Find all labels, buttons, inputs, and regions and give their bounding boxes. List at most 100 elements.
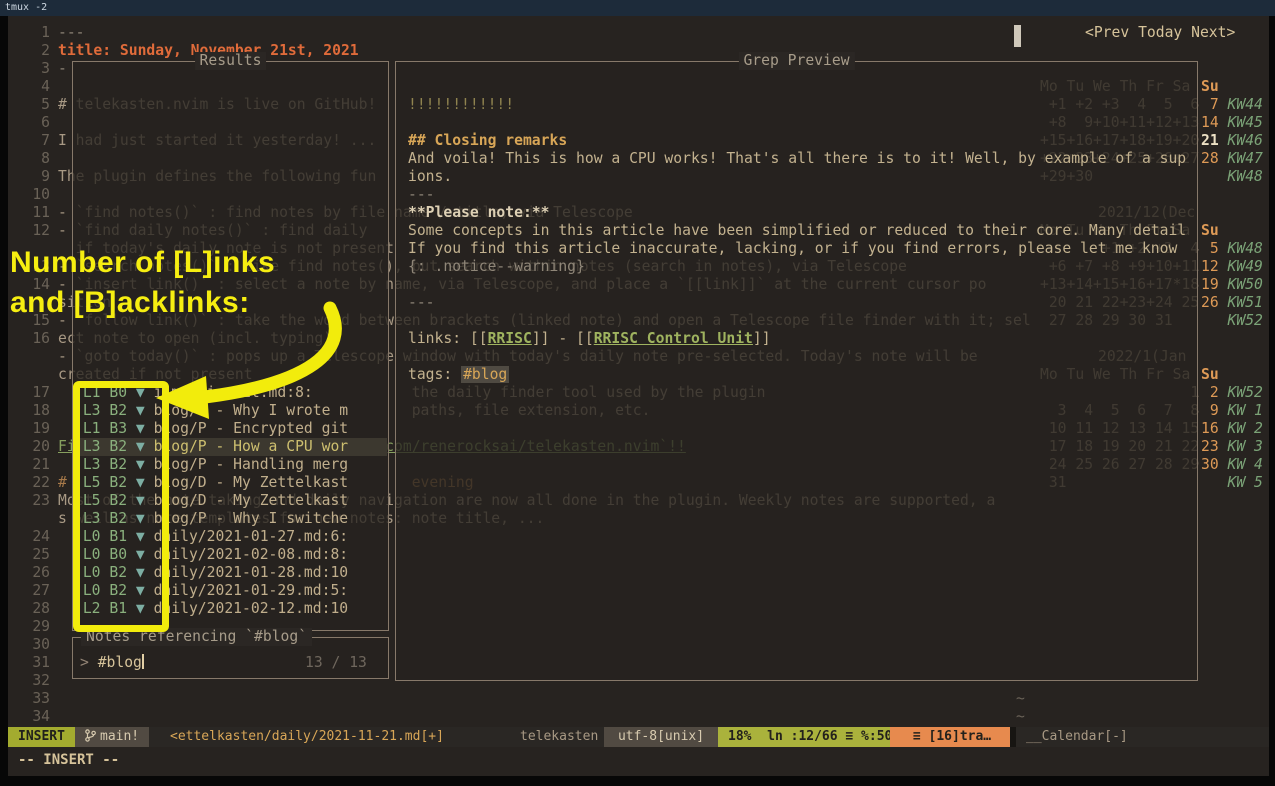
command-line-mode-text: -- INSERT --: [18, 752, 119, 768]
grep-text: **Please note:**: [408, 204, 549, 221]
result-file-label: blog/P - Handling merg: [145, 456, 348, 473]
annotation-highlight-box: [73, 381, 169, 632]
window-separator-indicator: [1014, 25, 1021, 47]
calendar-week-bright[interactable]: 16 KW 2: [1201, 420, 1263, 438]
buffer-line[interactable]: 1 ---: [8, 24, 85, 42]
line-number: 29: [8, 618, 50, 636]
buffer-line[interactable]: 21: [8, 456, 58, 474]
statusline: INSERT main! <ettelkasten/daily/2021-11-…: [8, 727, 1269, 747]
calendar-sunday-cell: 26: [1201, 294, 1219, 311]
buffer-line[interactable]: 31: [8, 654, 58, 672]
calendar-week-number: KW48: [1228, 240, 1263, 257]
calendar-week-bright[interactable]: KW52: [1201, 312, 1263, 330]
grep-preview-line: ---: [408, 186, 435, 204]
git-branch-segment: main!: [75, 727, 149, 747]
buffer-text: ---: [58, 24, 85, 41]
line-number: 25: [8, 546, 50, 564]
grep-text: ions.: [408, 168, 452, 185]
encoding-segment: utf-8[unix]: [604, 727, 718, 747]
calendar-week-bright[interactable]: 19 KW50: [1201, 276, 1263, 294]
grep-text: Some concepts in this article have been …: [408, 222, 1186, 239]
calendar-sunday-cell: 21: [1201, 132, 1219, 149]
buffer-line[interactable]: 29: [8, 618, 58, 636]
grep-text: ---: [408, 294, 435, 311]
calendar-prev-button[interactable]: <Prev: [1085, 24, 1129, 41]
calendar-week-bright[interactable]: 21 KW46: [1201, 132, 1263, 150]
line-number: 27: [8, 582, 50, 600]
grep-preview-line: {: .notice--warning}: [408, 258, 585, 276]
calendar-week-bright[interactable]: 2 KW52: [1201, 384, 1263, 402]
buffer-line[interactable]: 32: [8, 672, 58, 690]
grep-preview-line: ## Closing remarks: [408, 132, 567, 150]
buffer-line[interactable]: 2title: Sunday, November 21st, 2021: [8, 42, 359, 60]
buffer-line[interactable]: 26: [8, 564, 58, 582]
line-number: 7: [8, 132, 50, 150]
calendar-sunday-cell: 9: [1201, 402, 1219, 419]
git-branch-label: main!: [100, 729, 139, 744]
result-file-label: daily/2021-02-08.md:8:: [145, 546, 348, 563]
annotation-text-line1: Number of [L]inks: [10, 248, 275, 278]
line-number: 20: [8, 438, 50, 456]
tmux-title: tmux -2: [5, 2, 47, 13]
calendar-sunday-cell: 30: [1201, 456, 1219, 473]
calendar-week-bright[interactable]: Su: [1201, 366, 1228, 384]
calendar-sunday-cell: 19: [1201, 276, 1219, 293]
line-number: 24: [8, 528, 50, 546]
calendar-sunday-cell: 16: [1201, 420, 1219, 437]
result-file-label: blog/D - My Zettelkast: [145, 492, 348, 509]
buffer-text: -: [58, 60, 67, 77]
calendar-week-bright[interactable]: 7 KW44: [1201, 96, 1263, 114]
grep-preview-line: Some concepts in this article have been …: [408, 222, 1186, 240]
line-number: 4: [8, 78, 50, 96]
calendar-week-bright[interactable]: Su: [1201, 78, 1228, 96]
calendar-sunday-cell: 7: [1201, 96, 1219, 113]
buffer-line[interactable]: 24: [8, 528, 58, 546]
annotation-text-line2: and [B]acklinks:: [10, 288, 250, 318]
grep-preview-line: And voila! This is how a CPU works! That…: [408, 150, 1186, 168]
calendar-next-button[interactable]: Next>: [1191, 24, 1235, 41]
calendar-week-bright[interactable]: Su: [1201, 222, 1228, 240]
calendar-week-bright[interactable]: 23 KW 3: [1201, 438, 1263, 456]
buffer-line[interactable]: 19: [8, 420, 58, 438]
line-number: 18: [8, 402, 50, 420]
buffer-line[interactable]: 33: [8, 690, 58, 708]
buffer-line[interactable]: 25: [8, 546, 58, 564]
calendar-week-bright[interactable]: 28 KW47: [1201, 150, 1263, 168]
wiki-link: RRISC: [488, 330, 532, 347]
calendar-sunday-cell: Su: [1201, 222, 1219, 239]
calendar-week-bright[interactable]: 9 KW 1: [1201, 402, 1263, 420]
buffer-line[interactable]: 10: [8, 186, 58, 204]
buffer-line[interactable]: 27: [8, 582, 58, 600]
buffer-line[interactable]: 4: [8, 78, 58, 96]
calendar-today-button[interactable]: Today: [1138, 24, 1182, 41]
calendar-week-number: KW52: [1228, 312, 1263, 329]
calendar-week-number: KW 3: [1228, 438, 1263, 455]
search-input[interactable]: > #blog: [80, 654, 144, 672]
line-number: 2: [8, 42, 50, 60]
calendar-week-bright[interactable]: 14 KW45: [1201, 114, 1263, 132]
calendar-week-bright[interactable]: KW48: [1201, 168, 1263, 186]
grep-text: ## Closing remarks: [408, 132, 567, 149]
calendar-week-bright[interactable]: 30 KW 4: [1201, 456, 1263, 474]
grep-preview-line: ---: [408, 294, 435, 312]
calendar-week-number: KW 2: [1228, 420, 1263, 437]
calendar-week-bright[interactable]: 26 KW51: [1201, 294, 1263, 312]
calendar-week-bright[interactable]: KW 5: [1201, 474, 1263, 492]
buffer-line[interactable]: 34: [8, 708, 58, 726]
buffer-line[interactable]: 8: [8, 150, 58, 168]
grep-preview-line: If you find this article inaccurate, lac…: [408, 240, 1177, 258]
grep-preview-line: **Please note:**: [408, 204, 549, 222]
line-number: 22: [8, 474, 50, 492]
result-file-label: blog/P - How a CPU wor: [145, 438, 348, 455]
grep-preview-line: !!!!!!!!!!!!: [408, 96, 514, 114]
buffer-line[interactable]: 3-: [8, 60, 67, 78]
grep-preview-line: ions.: [408, 168, 452, 186]
line-number: 1: [8, 24, 50, 42]
buffer-line[interactable]: 28: [8, 600, 58, 618]
calendar-week-number: KW 1: [1228, 402, 1263, 419]
buffer-line[interactable]: 30: [8, 636, 58, 654]
calendar-week-bright[interactable]: 12 KW49: [1201, 258, 1263, 276]
line-number: 31: [8, 654, 50, 672]
buffer-line[interactable]: 6: [8, 114, 58, 132]
calendar-week-bright[interactable]: 5 KW48: [1201, 240, 1263, 258]
